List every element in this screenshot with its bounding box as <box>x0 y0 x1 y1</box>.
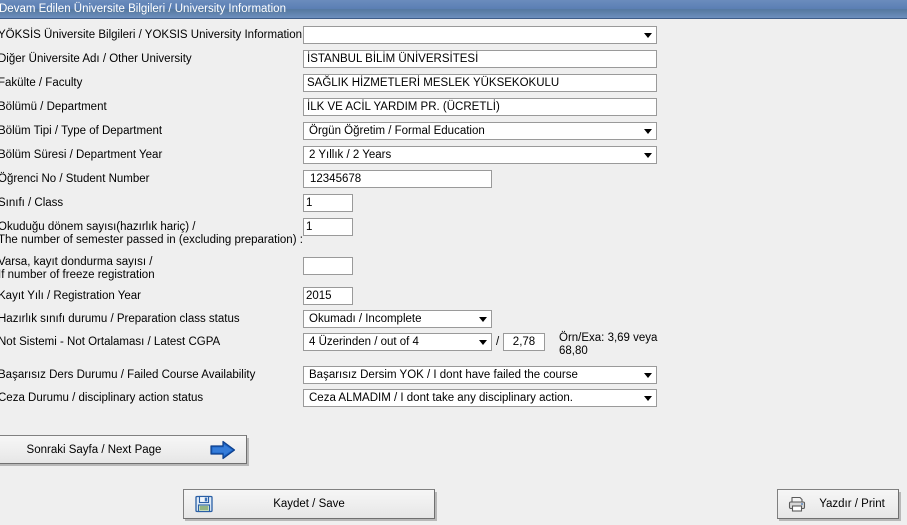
input-freeze-registration[interactable] <box>303 257 353 275</box>
chevron-down-icon <box>644 373 652 378</box>
label-disciplinary-action: Ceza Durumu / disciplinary action status <box>0 392 204 404</box>
chevron-down-icon <box>479 317 487 322</box>
label-semesters-passed: Okuduğu dönem sayısı(hazırlık hariç) / T… <box>0 221 303 246</box>
label-department-year: Bölüm Süresi / Department Year <box>0 149 163 161</box>
label-yoksis-university: YÖKSİS Üniversite Bilgileri / YOKSIS Uni… <box>0 29 303 41</box>
print-button-label: Yazdır / Print <box>819 498 885 510</box>
input-faculty[interactable]: SAĞLIK HİZMETLERİ MESLEK YÜKSEKOKULU <box>303 74 657 92</box>
next-page-button-shadow-bottom <box>0 464 248 466</box>
input-other-university[interactable]: İSTANBUL BİLİM ÜNİVERSİTESİ <box>303 50 657 68</box>
select-disciplinary-action-value: Ceza ALMADIM / I dont take any disciplin… <box>309 392 573 404</box>
next-page-button[interactable]: Sonraki Sayfa / Next Page <box>0 435 247 464</box>
save-button-label: Kaydet / Save <box>273 498 345 510</box>
window-title-bar: Devam Edilen Üniversite Bilgileri / Univ… <box>0 0 907 19</box>
chevron-down-icon <box>644 129 652 134</box>
label-freeze-registration: Varsa, kayıt dondurma sayısı / If number… <box>0 256 155 281</box>
cgpa-separator: / <box>496 336 500 348</box>
select-department-year-value: 2 Yıllık / 2 Years <box>309 149 392 161</box>
input-semesters-passed[interactable]: 1 <box>303 218 353 236</box>
label-department: Bölümü / Department <box>0 101 107 113</box>
label-student-number: Öğrenci No / Student Number <box>0 173 150 185</box>
cgpa-hint-text: Örn/Exa: 3,69 veya 68,80 <box>559 332 658 357</box>
select-yoksis-university[interactable] <box>303 26 657 44</box>
input-class[interactable]: 1 <box>303 194 353 212</box>
label-other-university: Diğer Üniversite Adı / Other University <box>0 53 192 65</box>
input-registration-year[interactable]: 2015 <box>303 287 353 305</box>
label-failed-course: Başarısız Ders Durumu / Failed Course Av… <box>0 369 256 381</box>
save-button-shadow <box>435 492 437 521</box>
page-title: Devam Edilen Üniversite Bilgileri / Univ… <box>0 3 286 15</box>
select-failed-course[interactable]: Başarısız Dersim YOK / I dont have faile… <box>303 366 657 384</box>
label-faculty: Fakülte / Faculty <box>0 77 83 89</box>
label-cgpa: Not Sistemi - Not Ortalaması / Latest CG… <box>0 336 221 348</box>
print-button-shadow-bottom <box>779 519 899 521</box>
next-page-button-label: Sonraki Sayfa / Next Page <box>26 443 162 456</box>
save-button[interactable]: Kaydet / Save <box>183 489 435 519</box>
print-button[interactable]: Yazdır / Print <box>777 489 899 519</box>
label-department-type: Bölüm Tipi / Type of Department <box>0 125 163 137</box>
chevron-down-icon <box>644 153 652 158</box>
print-button-shadow <box>899 492 901 521</box>
select-disciplinary-action[interactable]: Ceza ALMADIM / I dont take any disciplin… <box>303 389 657 407</box>
input-cgpa-value[interactable]: 2,78 <box>503 333 545 351</box>
arrow-right-icon <box>210 440 236 460</box>
label-registration-year: Kayıt Yılı / Registration Year <box>0 290 141 302</box>
select-department-type-value: Örgün Öğretim / Formal Education <box>309 125 485 137</box>
chevron-down-icon <box>644 33 652 38</box>
chevron-down-icon <box>644 396 652 401</box>
next-page-button-shadow <box>247 438 249 466</box>
university-information-page: Devam Edilen Üniversite Bilgileri / Univ… <box>0 0 907 525</box>
select-department-year[interactable]: 2 Yıllık / 2 Years <box>303 146 657 164</box>
select-cgpa-system-value: 4 Üzerinden / out of 4 <box>309 336 419 348</box>
floppy-disk-icon <box>194 494 214 514</box>
select-preparation-class-value: Okumadı / Incomplete <box>309 313 422 325</box>
input-student-number[interactable]: 12345678 <box>303 170 492 188</box>
label-class: Sınıfı / Class <box>0 197 64 209</box>
select-cgpa-system[interactable]: 4 Üzerinden / out of 4 <box>303 333 492 351</box>
label-preparation-class: Hazırlık sınıfı durumu / Preparation cla… <box>0 313 240 325</box>
select-failed-course-value: Başarısız Dersim YOK / I dont have faile… <box>309 369 578 381</box>
save-button-shadow-bottom <box>185 519 435 521</box>
input-department[interactable]: İLK VE ACİL YARDIM PR. (ÜCRETLİ) <box>303 98 657 116</box>
printer-icon <box>787 494 807 514</box>
select-preparation-class[interactable]: Okumadı / Incomplete <box>303 310 492 328</box>
select-department-type[interactable]: Örgün Öğretim / Formal Education <box>303 122 657 140</box>
chevron-down-icon <box>479 340 487 345</box>
